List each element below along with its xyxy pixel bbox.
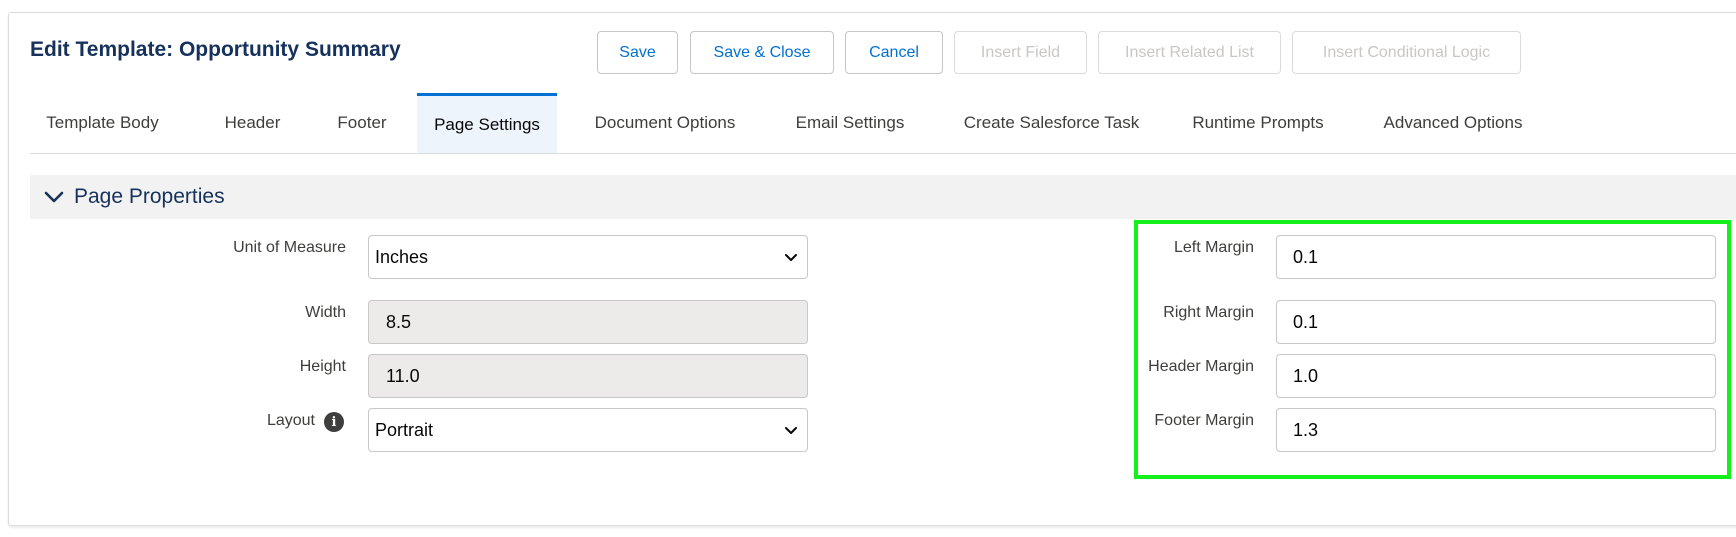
header-margin-value: 1.0 <box>1293 365 1319 386</box>
tab-runtime-prompts[interactable]: Runtime Prompts <box>1179 93 1337 153</box>
tab-email-settings[interactable]: Email Settings <box>776 93 924 153</box>
height-field: 11.0 <box>368 354 808 398</box>
layout-select[interactable]: Portrait <box>368 408 808 452</box>
unit-of-measure-select[interactable]: Inches <box>368 235 808 279</box>
height-label: Height <box>299 358 346 375</box>
insert-field-button[interactable]: Insert Field <box>954 31 1087 74</box>
footer-margin-label: Footer Margin <box>1154 412 1254 429</box>
chevron-down-icon <box>44 191 64 203</box>
height-value: 11.0 <box>386 365 420 386</box>
tab-header[interactable]: Header <box>200 93 305 153</box>
save-button[interactable]: Save <box>597 31 678 74</box>
right-margin-label: Right Margin <box>1163 304 1254 321</box>
tab-template-body[interactable]: Template Body <box>30 93 175 153</box>
chevron-down-icon <box>785 254 797 261</box>
page-title: Edit Template: Opportunity Summary <box>30 38 401 61</box>
width-label: Width <box>305 304 346 321</box>
footer-margin-input[interactable]: 1.3 <box>1276 408 1716 452</box>
width-field: 8.5 <box>368 300 808 344</box>
unit-of-measure-value: Inches <box>375 246 429 267</box>
info-icon[interactable]: i <box>324 412 344 432</box>
layout-value: Portrait <box>375 419 434 440</box>
header-margin-input[interactable]: 1.0 <box>1276 354 1716 398</box>
left-margin-input[interactable]: 0.1 <box>1276 235 1716 279</box>
layout-label: Layout <box>266 412 315 429</box>
footer-margin-value: 1.3 <box>1293 419 1319 440</box>
section-title: Page Properties <box>74 185 225 208</box>
insert-conditional-logic-button[interactable]: Insert Conditional Logic <box>1292 31 1521 74</box>
save-close-button[interactable]: Save & Close <box>690 31 834 74</box>
left-margin-label: Left Margin <box>1173 239 1254 256</box>
section-header-page-properties[interactable]: Page Properties <box>30 175 1736 219</box>
unit-of-measure-label: Unit of Measure <box>233 239 346 256</box>
tab-bar: Template Body Header Footer Page Setting… <box>30 93 1736 154</box>
insert-related-list-button[interactable]: Insert Related List <box>1098 31 1281 74</box>
tab-footer[interactable]: Footer <box>316 93 408 153</box>
header-margin-label: Header Margin <box>1148 358 1254 375</box>
tab-page-settings[interactable]: Page Settings <box>417 93 557 153</box>
tab-advanced-options[interactable]: Advanced Options <box>1363 93 1543 153</box>
tab-create-salesforce-task[interactable]: Create Salesforce Task <box>951 93 1152 153</box>
left-margin-value: 0.1 <box>1293 246 1319 267</box>
width-value: 8.5 <box>386 311 412 332</box>
right-margin-value: 0.1 <box>1293 311 1319 332</box>
right-margin-input[interactable]: 0.1 <box>1276 300 1716 344</box>
chevron-down-icon <box>785 427 797 434</box>
cancel-button[interactable]: Cancel <box>845 31 943 74</box>
tab-document-options[interactable]: Document Options <box>578 93 752 153</box>
